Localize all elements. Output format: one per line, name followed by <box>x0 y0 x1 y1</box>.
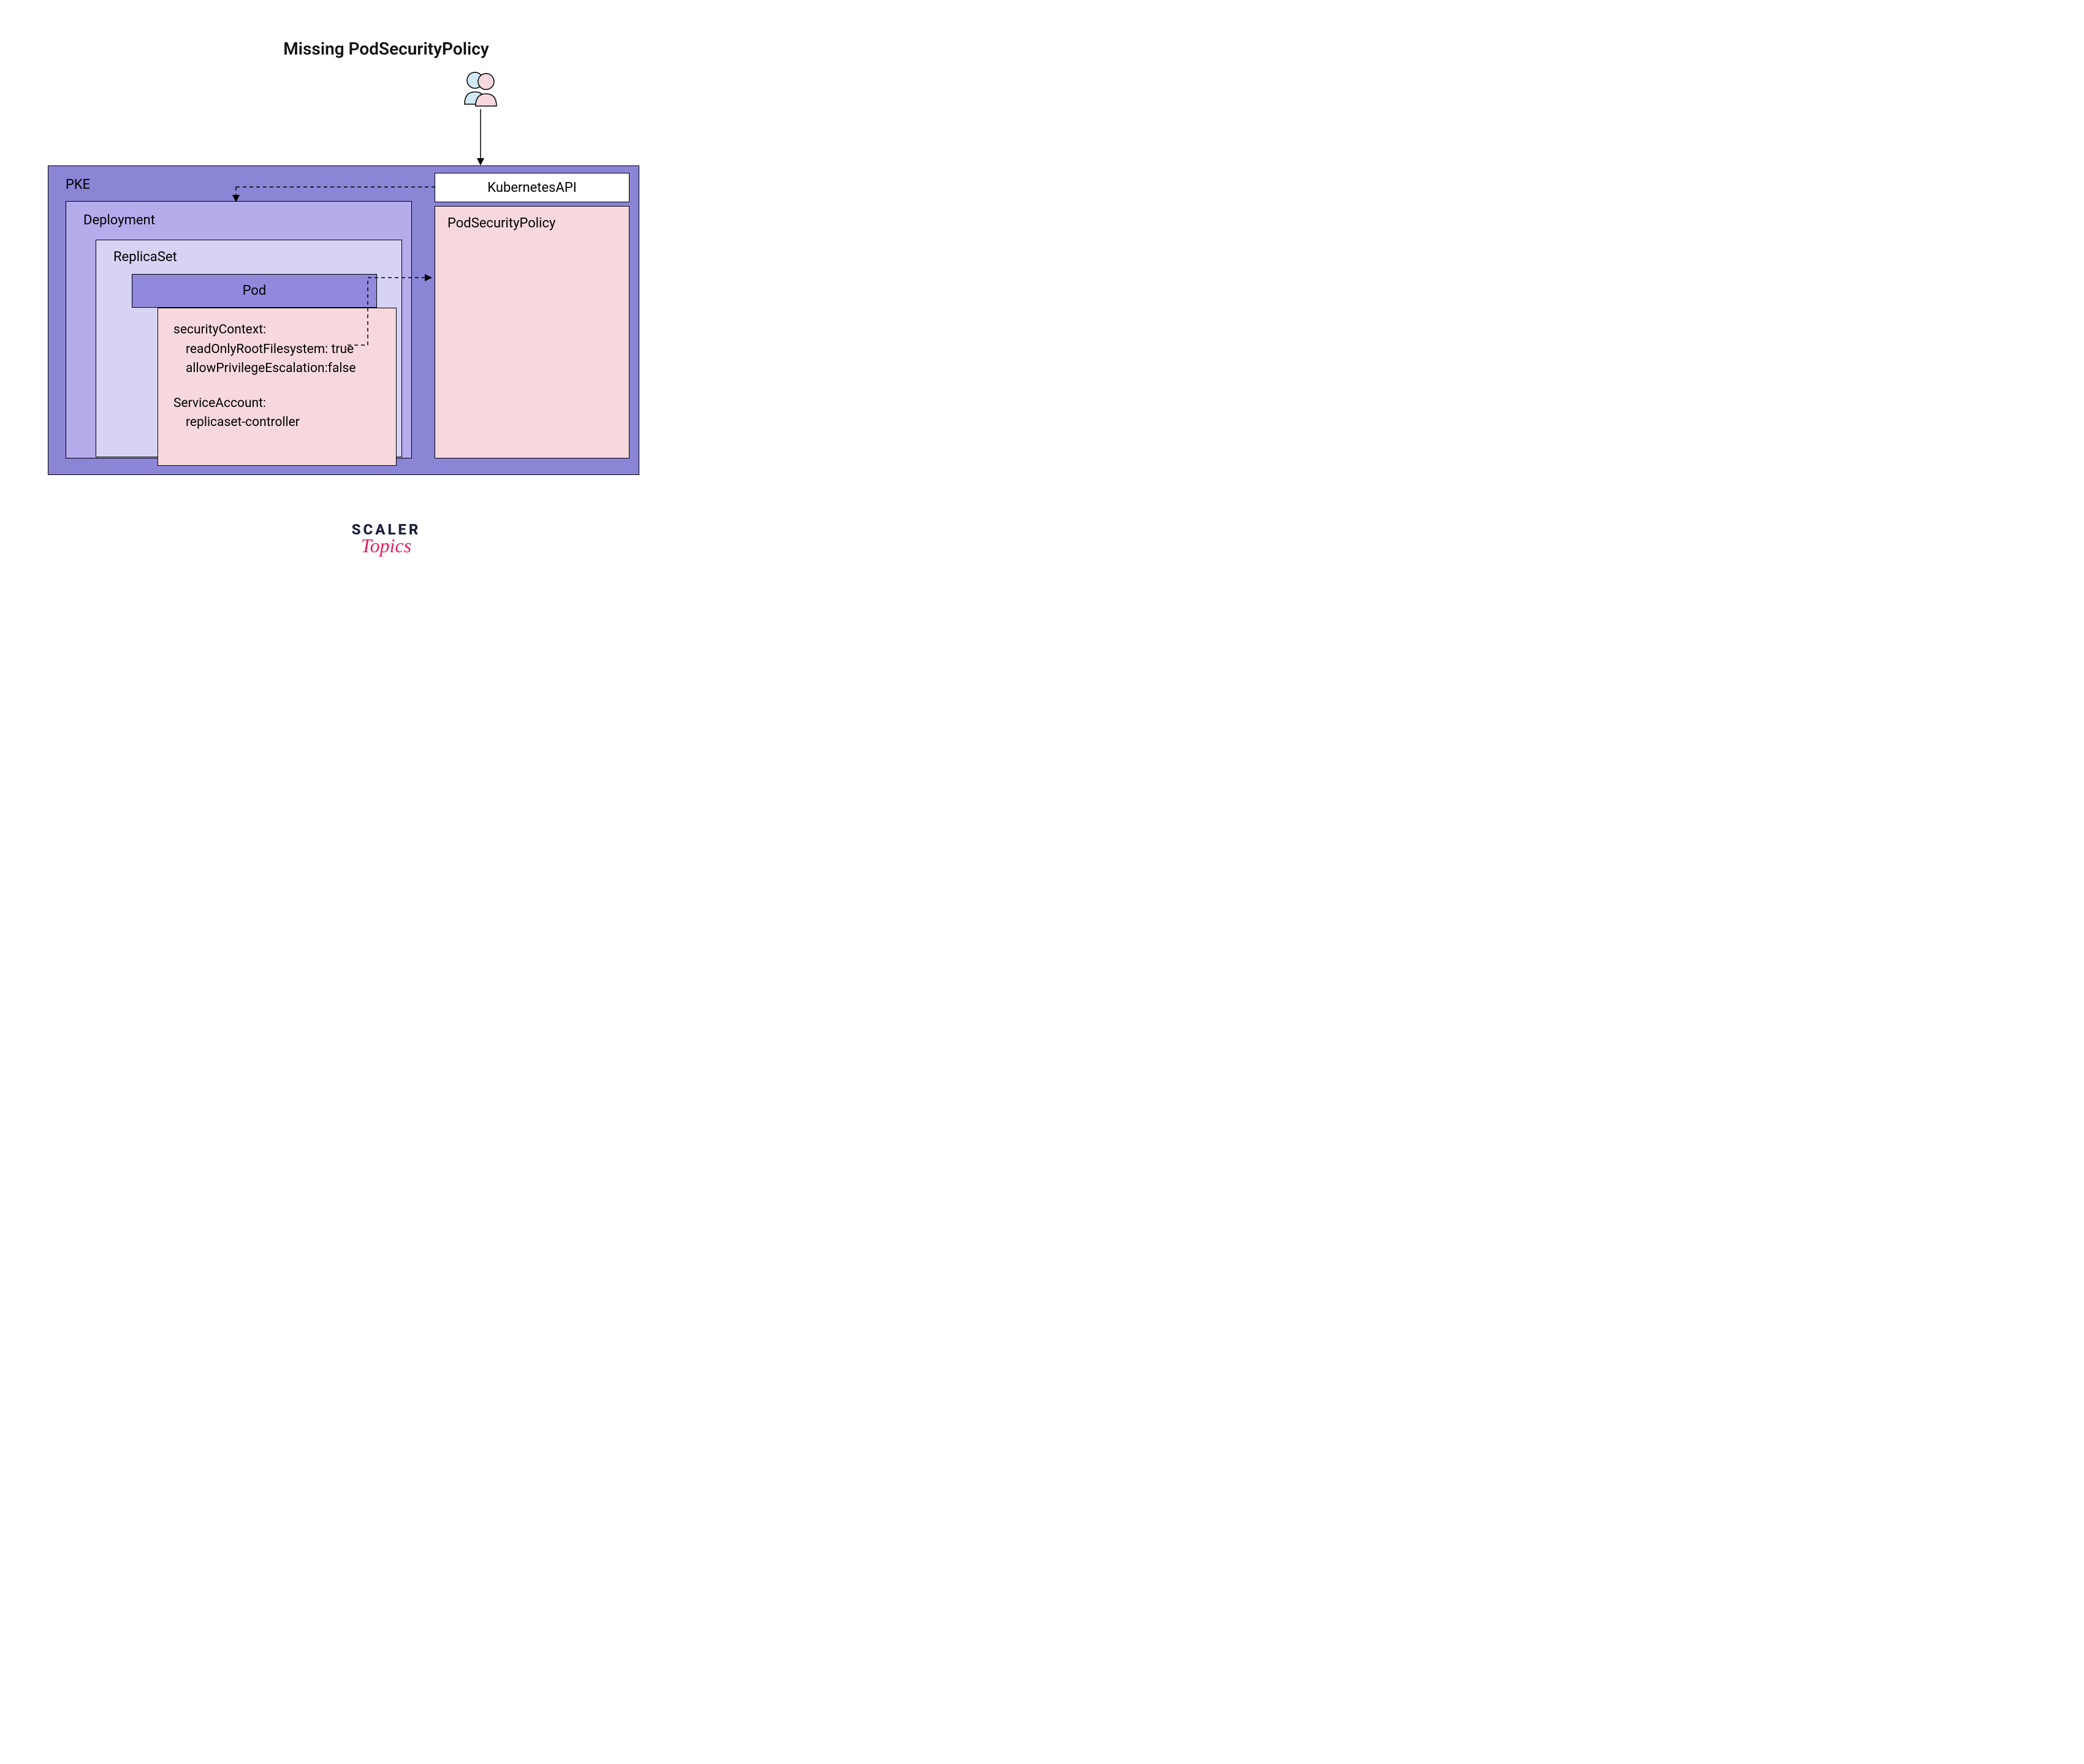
service-account-title: ServiceAccount: <box>173 394 381 414</box>
pod-security-policy-box: PodSecurityPolicy <box>435 206 629 458</box>
users-icon <box>460 70 503 107</box>
security-context-ape: allowPrivilegeEscalation:false <box>173 359 381 379</box>
replicaset-label: ReplicaSet <box>113 249 177 265</box>
kubernetes-api-label: KubernetesAPI <box>487 180 576 196</box>
pke-label: PKE <box>66 177 90 192</box>
security-context-rofs: readOnlyRootFilesystem: true <box>173 340 381 360</box>
deployment-label: Deployment <box>83 213 155 228</box>
service-account-value: replicaset-controller <box>173 413 381 433</box>
security-context-title: securityContext: <box>173 321 381 340</box>
scaler-topics-logo: SCALER Topics <box>352 521 421 557</box>
pod-details-box: securityContext: readOnlyRootFilesystem:… <box>158 308 397 466</box>
pod-header: Pod <box>132 274 377 308</box>
arrow-users-to-api <box>480 109 481 161</box>
diagram-title: Missing PodSecurityPolicy <box>283 39 489 59</box>
pke-container: PKE Deployment ReplicaSet Pod securityCo… <box>48 165 639 475</box>
deployment-container: Deployment ReplicaSet Pod securityContex… <box>66 201 412 458</box>
logo-topics-text: Topics <box>352 534 421 557</box>
replicaset-container: ReplicaSet Pod securityContext: readOnly… <box>96 240 402 457</box>
pod-security-policy-label: PodSecurityPolicy <box>447 216 617 231</box>
kubernetes-api-box: KubernetesAPI <box>435 173 629 202</box>
pod-label: Pod <box>243 283 267 298</box>
